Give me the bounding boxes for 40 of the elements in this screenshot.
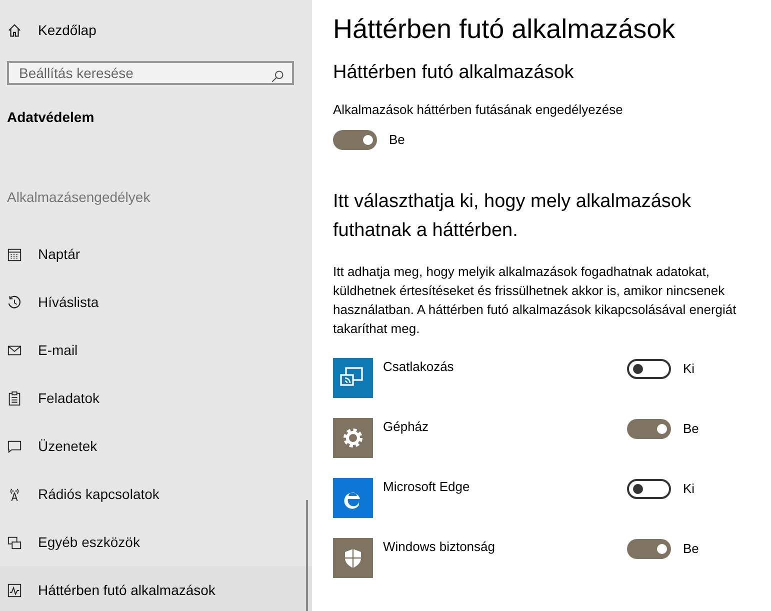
toggle-state: Ki — [683, 360, 695, 378]
section-title: Háttérben futó alkalmazások — [333, 61, 575, 85]
nav-item[interactable]: Egyéb eszközök — [0, 518, 312, 566]
group-heading: Alkalmazásengedélyek — [7, 188, 152, 207]
nav-item[interactable]: Háttérben futó alkalmazások — [0, 566, 312, 611]
search-field[interactable]: Beállítás keresése — [7, 61, 294, 85]
scrollbar[interactable] — [306, 500, 308, 611]
toggle-state: Ki — [683, 480, 695, 498]
toggle-switch[interactable] — [627, 358, 671, 378]
nav-icon — [7, 582, 22, 598]
page-title: Háttérben futó alkalmazások — [333, 13, 676, 46]
nav-icon — [7, 438, 22, 454]
app-name: Microsoft Edge — [383, 478, 471, 496]
nav-item[interactable]: Naptár — [0, 230, 312, 278]
toggle-switch[interactable] — [627, 478, 671, 498]
nav-icon — [7, 390, 22, 406]
nav-item[interactable]: Rádiós kapcsolatok — [0, 470, 312, 518]
nav-item[interactable]: Üzenetek — [0, 422, 312, 470]
nav-icon — [7, 534, 22, 550]
section-heading: Itt választhatja ki, hogy mely alkalmazások futhatnak a háttérben. — [333, 190, 692, 242]
toggle-switch[interactable] — [627, 538, 671, 558]
app-name: Gépház — [383, 418, 430, 436]
toggle-state: Be — [389, 130, 405, 149]
app-name: Windows biztonság — [383, 538, 496, 556]
toggle-state: Be — [683, 540, 699, 558]
search-icon — [271, 70, 284, 83]
section-heading: Adatvédelem — [7, 108, 96, 127]
nav-item[interactable]: E-mail — [0, 326, 312, 374]
home-icon — [7, 22, 22, 38]
description-text: Itt adhatja meg, hogy melyik alkalmazások fogadhatnak adatokat, küldhetnek értesítéseket és frissülhetnek akkor is, amikor nincsenek használatban. A háttérben futó alkalmazások kikapcsolásával energiát takaríthat meg. — [333, 262, 738, 338]
setting-label: Alkalmazások háttérben futásának engedélyezése — [333, 101, 624, 119]
nav-icon — [7, 246, 22, 262]
toggle-switch[interactable] — [333, 130, 377, 150]
nav-icon — [7, 294, 22, 310]
home-link[interactable]: Kezdőlap — [38, 20, 96, 40]
nav-item[interactable]: Feladatok — [0, 374, 312, 422]
nav-item[interactable]: Híváslista — [0, 278, 312, 326]
toggle-state: Be — [683, 420, 699, 438]
app-name: Csatlakozás — [383, 358, 455, 376]
toggle-switch[interactable] — [627, 418, 671, 438]
